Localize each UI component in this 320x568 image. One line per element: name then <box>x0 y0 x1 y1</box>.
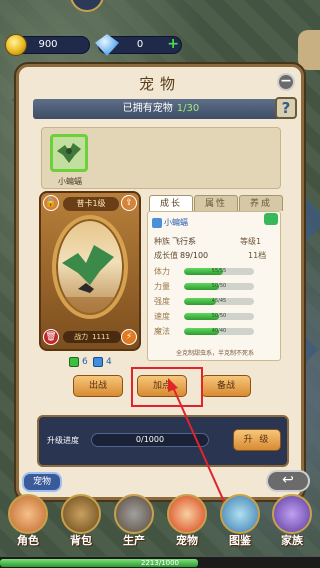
species-row: 种族 飞行系 <box>154 236 196 247</box>
stat-value: 40/40 <box>211 328 227 334</box>
pet-slot-name: 小蝙蝠 <box>58 177 82 186</box>
add-gems-plus-icon[interactable]: + <box>167 36 179 52</box>
pet-panel: 宠物 − 已拥有宠物 1/30 ? 小蝙蝠 普卡1级 🔒 ⇪ 🗑 ⚡ 战力 1111 <box>16 64 304 500</box>
stat-bar: 55/55 <box>184 268 254 275</box>
pet-tag: 宠物 <box>22 472 62 492</box>
panel-title: 宠物 <box>138 75 181 93</box>
pet-info-card: 小蝙蝠 种族 飞行系 等级1 成长值 89/100 11档 体力 55/55 力量 … <box>147 211 281 361</box>
bat-portrait-icon <box>56 245 124 315</box>
nav-item-backpack[interactable]: 背包 <box>57 494 105 554</box>
stat-bar: 45/45 <box>184 298 254 305</box>
pet-portrait-card: 普卡1级 🔒 ⇪ 🗑 ⚡ 战力 1111 <box>39 191 141 351</box>
owned-pets-bar: 已拥有宠物 1/30 <box>33 99 289 119</box>
bat-pet-icon <box>57 143 81 163</box>
tab-attributes[interactable]: 属性 <box>194 195 238 211</box>
stat-value: 50/50 <box>211 283 227 289</box>
card-title: 普卡1级 <box>63 197 119 211</box>
stat-value: 55/55 <box>211 268 227 274</box>
nav-item-production[interactable]: 生产 <box>110 494 158 554</box>
counter-note: 全克制甜虫系，半克制不死系 <box>175 350 254 357</box>
gold-counter: 900 <box>5 34 90 56</box>
species-value: 飞行系 <box>172 237 196 246</box>
tab-growth[interactable]: 成长 <box>149 195 193 211</box>
blue-gem-icon <box>93 357 103 367</box>
stat-label: 体力 <box>154 267 170 276</box>
pickaxe-icon <box>114 494 154 534</box>
help-button[interactable]: ? <box>275 97 297 119</box>
nav-label: 背包 <box>70 534 92 547</box>
pet-list: 小蝙蝠 <box>41 127 281 189</box>
close-panel-button[interactable]: − <box>277 73 295 91</box>
nav-label: 生产 <box>123 534 145 547</box>
stat-label: 速度 <box>154 312 170 321</box>
owned-pets-count: 1/30 <box>176 103 200 114</box>
gem-counter: 0 + <box>95 34 182 56</box>
nav-label: 家族 <box>281 534 303 547</box>
chat-icon[interactable] <box>264 213 278 225</box>
battle-button[interactable]: 出战 <box>73 375 123 397</box>
pet-type-icon <box>152 217 162 228</box>
nav-label: 图鉴 <box>229 534 251 547</box>
trash-icon[interactable]: 🗑 <box>43 329 59 345</box>
bottom-nav: 角色 背包 生产 宠物 图鉴 家族 <box>0 494 320 554</box>
gold-value: 900 <box>38 39 58 50</box>
share-icon[interactable]: ⇪ <box>121 195 137 211</box>
pet-icon <box>167 494 207 534</box>
experience-text: 2213/1000 <box>141 559 179 567</box>
power-display: 战力 1111 <box>63 331 121 343</box>
lock-icon[interactable]: 🔒 <box>43 195 59 211</box>
species-label: 种族 <box>154 237 170 246</box>
stat-bar: 50/50 <box>184 283 254 290</box>
growth-value: 89/100 <box>180 251 209 260</box>
stat-bar: 50/50 <box>184 313 254 320</box>
backpack-icon <box>61 494 101 534</box>
stat-label: 魔法 <box>154 327 170 336</box>
stat-bar: 40/40 <box>184 328 254 335</box>
pet-name-row: 小蝙蝠 <box>152 216 278 230</box>
growth-label: 成长值 <box>154 251 178 260</box>
power-value: 1111 <box>92 333 110 341</box>
owned-pets-label: 已拥有宠物 <box>122 103 173 114</box>
highlight-box <box>131 367 203 407</box>
blue-gem-count: 4 <box>106 357 112 367</box>
level-value: 1 <box>256 237 262 246</box>
handbook-icon <box>220 494 260 534</box>
pet-portrait-image <box>52 215 128 319</box>
nav-item-pet[interactable]: 宠物 <box>163 494 211 554</box>
level-row: 等级1 <box>240 236 261 247</box>
level-label: 等级 <box>240 237 256 246</box>
stat-value: 50/50 <box>211 313 227 319</box>
pet-name: 小蝙蝠 <box>164 218 188 227</box>
flash-icon[interactable]: ⚡ <box>121 329 137 345</box>
green-gem-count: 6 <box>82 357 88 367</box>
upgrade-box: 升级进度 0/1000 升 级 <box>37 415 289 467</box>
upgrade-progress-bar: 0/1000 <box>91 433 209 447</box>
back-button[interactable]: ↩ <box>266 470 310 492</box>
power-label: 战力 <box>74 333 89 341</box>
nav-label: 角色 <box>17 534 39 547</box>
stat-label: 强度 <box>154 297 170 306</box>
family-shield-icon <box>272 494 312 534</box>
standby-button[interactable]: 备战 <box>201 375 251 397</box>
nav-label: 宠物 <box>176 534 198 547</box>
resource-bar: 900 0 + <box>0 34 320 56</box>
tab-cultivation[interactable]: 养成 <box>239 195 283 211</box>
nav-item-character[interactable]: 角色 <box>4 494 52 554</box>
green-gem-icon <box>69 357 79 367</box>
pet-slot-bat[interactable] <box>50 134 88 172</box>
nav-item-family[interactable]: 家族 <box>268 494 316 554</box>
grade-value: 11档 <box>248 251 267 260</box>
character-icon <box>8 494 48 534</box>
experience-bar: 2213/1000 <box>0 556 320 568</box>
nav-item-handbook[interactable]: 图鉴 <box>216 494 264 554</box>
upgrade-button[interactable]: 升 级 <box>233 429 281 451</box>
stat-value: 45/45 <box>211 298 227 304</box>
stat-label: 力量 <box>154 282 170 291</box>
upgrade-label: 升级进度 <box>47 436 79 445</box>
growth-row: 成长值 89/100 <box>154 250 208 261</box>
